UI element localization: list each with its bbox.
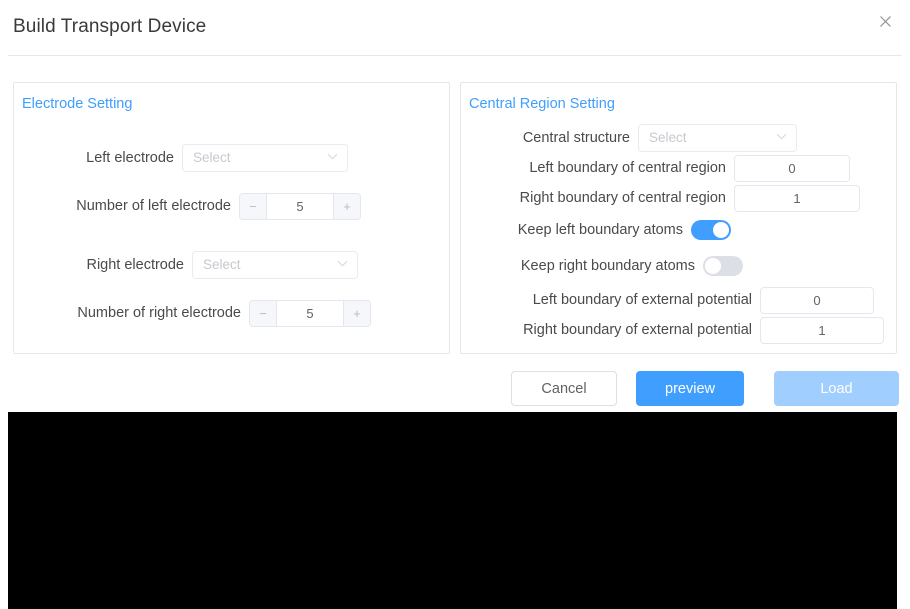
settings-panels: Electrode Setting Left electrode Select …	[0, 82, 910, 354]
keep-left-boundary-atoms-toggle[interactable]	[691, 220, 731, 240]
row-central-structure: Central structure Select	[523, 124, 797, 152]
keep-right-boundary-atoms-toggle[interactable]	[703, 256, 743, 276]
chevron-down-icon	[776, 127, 787, 145]
close-icon	[879, 15, 891, 27]
row-right-electrode: Right electrode Select	[86, 251, 358, 279]
row-keep-right-boundary-atoms: Keep right boundary atoms	[521, 252, 743, 280]
electrode-setting-panel: Electrode Setting Left electrode Select …	[13, 82, 450, 354]
number-right-electrode-label: Number of right electrode	[77, 304, 241, 321]
toggle-knob	[705, 258, 721, 274]
page-title: Build Transport Device	[13, 16, 207, 37]
dialog-header: Build Transport Device	[0, 0, 910, 56]
right-boundary-potential-label: Right boundary of external potential	[523, 321, 752, 338]
left-boundary-central-label: Left boundary of central region	[529, 159, 726, 176]
dialog-footer: Cancel preview Load	[0, 371, 910, 406]
left-electrode-label: Left electrode	[86, 149, 174, 166]
row-right-boundary-potential: Right boundary of external potential 1	[523, 316, 884, 344]
chevron-down-icon	[337, 254, 348, 272]
central-structure-placeholder: Select	[649, 130, 687, 146]
number-right-electrode-decrement[interactable]: −	[250, 300, 277, 326]
preview-button[interactable]: preview	[636, 371, 744, 406]
central-region-setting-panel: Central Region Setting Central structure…	[460, 82, 897, 354]
number-right-electrode-increment[interactable]: +	[343, 300, 370, 326]
central-region-setting-legend: Central Region Setting	[469, 96, 615, 112]
right-electrode-label: Right electrode	[86, 256, 184, 273]
number-right-electrode-value[interactable]: 5	[277, 300, 343, 326]
number-right-electrode-stepper[interactable]: − 5 +	[249, 299, 371, 327]
right-boundary-central-input[interactable]: 1	[734, 184, 860, 212]
number-left-electrode-decrement[interactable]: −	[240, 193, 267, 219]
right-boundary-potential-input[interactable]: 1	[760, 316, 884, 344]
cancel-button[interactable]: Cancel	[511, 371, 617, 406]
keep-left-boundary-atoms-label: Keep left boundary atoms	[517, 221, 683, 238]
row-left-electrode: Left electrode Select	[86, 144, 348, 172]
left-electrode-select[interactable]: Select	[182, 144, 348, 172]
toggle-knob	[713, 222, 729, 238]
number-left-electrode-stepper[interactable]: − 5 +	[239, 192, 361, 220]
electrode-setting-legend: Electrode Setting	[22, 96, 133, 112]
row-left-boundary-central: Left boundary of central region 0	[529, 154, 850, 182]
row-number-left-electrode: Number of left electrode − 5 +	[76, 192, 361, 220]
left-electrode-placeholder: Select	[193, 150, 231, 166]
load-button[interactable]: Load	[774, 371, 899, 406]
left-boundary-potential-label: Left boundary of external potential	[532, 291, 752, 308]
structure-viewport[interactable]	[8, 412, 897, 609]
row-right-boundary-central: Right boundary of central region 1	[520, 184, 860, 212]
number-left-electrode-value[interactable]: 5	[267, 193, 333, 219]
right-boundary-central-label: Right boundary of central region	[519, 189, 726, 206]
close-button[interactable]	[874, 10, 896, 32]
row-number-right-electrode: Number of right electrode − 5 +	[77, 299, 371, 327]
keep-right-boundary-atoms-label: Keep right boundary atoms	[520, 257, 695, 274]
left-boundary-central-input[interactable]: 0	[734, 154, 850, 182]
row-left-boundary-potential: Left boundary of external potential 0	[533, 286, 874, 314]
number-left-electrode-increment[interactable]: +	[333, 193, 360, 219]
left-boundary-potential-input[interactable]: 0	[760, 286, 874, 314]
number-left-electrode-label: Number of left electrode	[76, 197, 231, 214]
central-structure-label: Central structure	[522, 129, 630, 146]
central-structure-select[interactable]: Select	[638, 124, 797, 152]
right-electrode-placeholder: Select	[203, 257, 241, 273]
chevron-down-icon	[327, 147, 338, 165]
row-keep-left-boundary-atoms: Keep left boundary atoms	[518, 216, 731, 244]
right-electrode-select[interactable]: Select	[192, 251, 358, 279]
header-divider	[8, 55, 902, 56]
